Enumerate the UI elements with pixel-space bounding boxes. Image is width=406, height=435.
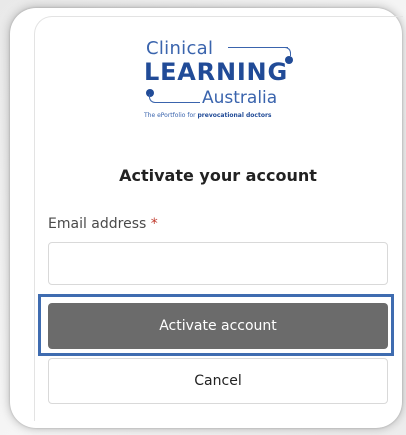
logo-tagline-prefix: The ePortfolio for [144, 112, 198, 119]
logo-line-bottom [156, 102, 200, 103]
clinical-learning-australia-logo: Clinical LEARNING Australia The ePortfol… [140, 34, 300, 126]
activate-account-button[interactable]: Activate account [48, 303, 388, 349]
logo-tagline: The ePortfolio for prevocational doctors [144, 112, 271, 119]
email-label-text: Email address [48, 216, 147, 232]
page-title: Activate your account [119, 166, 317, 185]
email-label: Email address * [48, 216, 158, 232]
cancel-button[interactable]: Cancel [48, 358, 388, 404]
required-marker: * [150, 216, 158, 232]
logo-line-top-hook [280, 47, 291, 56]
logo-text-learning: LEARNING [144, 58, 288, 86]
logo-text-clinical: Clinical [146, 38, 214, 59]
logo-line-top [228, 47, 288, 48]
logo-text-australia: Australia [202, 88, 278, 108]
logo-tagline-bold: prevocational doctors [197, 112, 272, 119]
email-field[interactable] [48, 242, 388, 285]
